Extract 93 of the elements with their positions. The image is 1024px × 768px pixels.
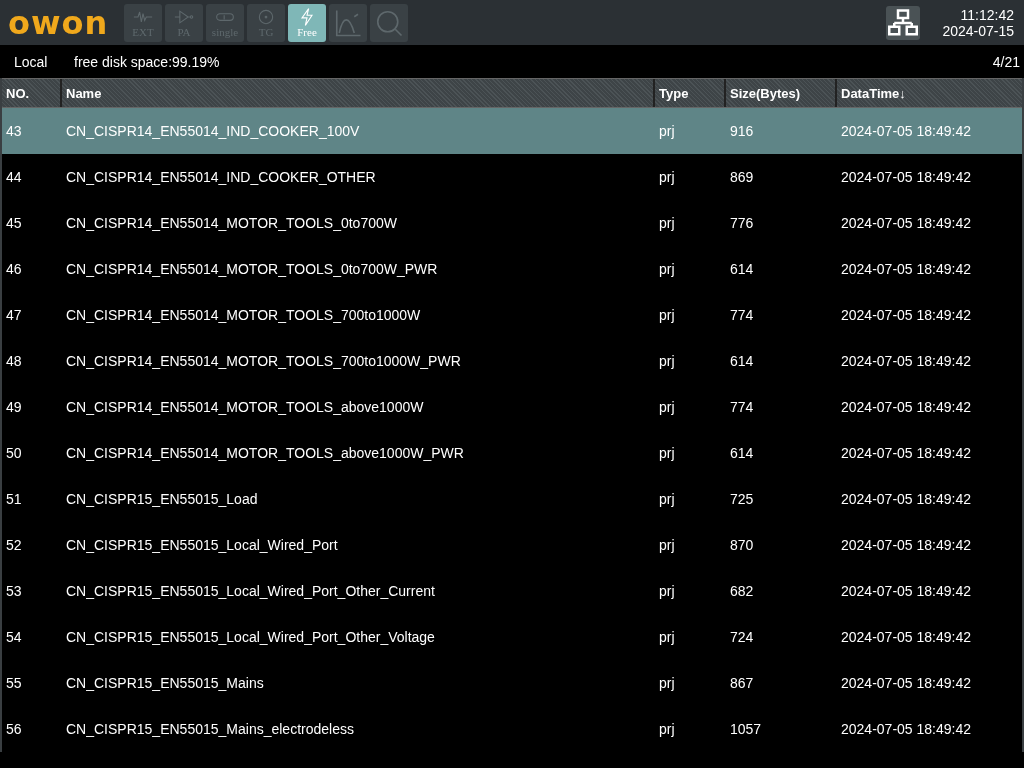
table-cell-text: prj bbox=[658, 674, 676, 693]
file-row[interactable]: 51 CN_CISPR15_EN55015_Load prj 725 2024-07-05 18:49:42 bbox=[2, 476, 1022, 522]
table-cell-text: CN_CISPR15_EN55015_Mains bbox=[65, 674, 265, 693]
file-row[interactable]: 45 CN_CISPR14_EN55014_MOTOR_TOOLS_0to700W prj 776 2024-07-05 18:49:42 bbox=[2, 200, 1022, 246]
table-cell-text: 47 bbox=[5, 306, 23, 325]
table-cell-text: 774 bbox=[729, 398, 755, 417]
table-cell-text: 2024-07-05 18:49:42 bbox=[840, 168, 972, 187]
table-cell-text: prj bbox=[658, 582, 676, 601]
file-row[interactable]: 55 CN_CISPR15_EN55015_Mains prj 867 2024-07-05 18:49:42 bbox=[2, 660, 1022, 706]
table-cell-text: 2024-07-05 18:49:42 bbox=[840, 398, 972, 417]
table-cell-text: 867 bbox=[729, 674, 755, 693]
table-cell-text: 2024-07-05 18:49:42 bbox=[840, 122, 972, 141]
table-cell-text: CN_CISPR15_EN55015_Local_Wired_Port_Other_Voltage bbox=[65, 628, 436, 647]
file-row[interactable]: 46 CN_CISPR14_EN55014_MOTOR_TOOLS_0to700W_PWR prj 614 2024-07-05 18:49:42 bbox=[2, 246, 1022, 292]
table-cell-text: 51 bbox=[5, 490, 23, 509]
file-row[interactable]: 56 CN_CISPR15_EN55015_Mains_electrodeless prj 1057 2024-07-05 18:49:42 bbox=[2, 706, 1022, 752]
table-cell-text: prj bbox=[658, 352, 676, 371]
table-cell-text: CN_CISPR14_EN55014_IND_COOKER_OTHER bbox=[65, 168, 377, 187]
table-cell-text: 2024-07-05 18:49:42 bbox=[840, 674, 972, 693]
table-cell-text: CN_CISPR15_EN55015_Mains_electrodeless bbox=[65, 720, 355, 739]
disk-space: free disk space:99.19% bbox=[74, 53, 220, 70]
table-cell-text: 54 bbox=[5, 628, 23, 647]
table-cell-text: 2024-07-05 18:49:42 bbox=[840, 720, 972, 739]
table-cell-text: prj bbox=[658, 444, 676, 463]
table-cell-text: CN_CISPR14_EN55014_MOTOR_TOOLS_above1000W_PWR bbox=[65, 444, 465, 463]
file-row[interactable]: 48 CN_CISPR14_EN55014_MOTOR_TOOLS_700to1000W_PWR prj 614 2024-07-05 18:49:42 bbox=[2, 338, 1022, 384]
clock-time: 11:12:42 bbox=[960, 6, 1014, 23]
file-row[interactable]: 53 CN_CISPR15_EN55015_Local_Wired_Port_Other_Current prj 682 2024-07-05 18:49:42 bbox=[2, 568, 1022, 614]
table-cell-text: 725 bbox=[729, 490, 755, 509]
table-cell-text: 776 bbox=[729, 214, 755, 233]
amplifier-icon bbox=[173, 7, 195, 27]
table-cell-text: 2024-07-05 18:49:42 bbox=[840, 352, 972, 371]
table-cell-text: 52 bbox=[5, 536, 23, 555]
storage-location: Local bbox=[14, 53, 49, 70]
table-cell-text: 614 bbox=[729, 444, 755, 463]
table-cell-text: 56 bbox=[5, 720, 23, 739]
table-cell-text: prj bbox=[658, 720, 676, 739]
file-row[interactable]: 47 CN_CISPR14_EN55014_MOTOR_TOOLS_700to1000W prj 774 2024-07-05 18:49:42 bbox=[2, 292, 1022, 338]
table-cell-text: prj bbox=[658, 306, 676, 325]
logo: owon bbox=[7, 2, 110, 43]
table-cell-text: 774 bbox=[729, 306, 755, 325]
table-cell-text: 2024-07-05 18:49:42 bbox=[840, 306, 972, 325]
file-row[interactable]: 43 CN_CISPR14_EN55014_IND_COOKER_100V prj 916 2024-07-05 18:49:42 bbox=[2, 108, 1022, 154]
file-row[interactable]: 44 CN_CISPR14_EN55014_IND_COOKER_OTHER prj 869 2024-07-05 18:49:42 bbox=[2, 154, 1022, 200]
table-cell-text: prj bbox=[658, 168, 676, 187]
table-cell-text: CN_CISPR14_EN55014_MOTOR_TOOLS_0to700W_PWR bbox=[65, 260, 439, 279]
table-cell-text: 45 bbox=[5, 214, 23, 233]
table-cell-text: 682 bbox=[729, 582, 755, 601]
table-cell-text: 46 bbox=[5, 260, 23, 279]
table-cell-text: prj bbox=[658, 398, 676, 417]
table-cell-text: 916 bbox=[729, 122, 755, 141]
file-row[interactable]: 49 CN_CISPR14_EN55014_MOTOR_TOOLS_above1000W prj 774 2024-07-05 18:49:42 bbox=[2, 384, 1022, 430]
clock-date: 2024-07-15 bbox=[942, 22, 1014, 39]
table-cell-text: prj bbox=[658, 490, 676, 509]
table-cell-text: 614 bbox=[729, 260, 755, 279]
file-row[interactable]: 52 CN_CISPR15_EN55015_Local_Wired_Port prj 870 2024-07-05 18:49:42 bbox=[2, 522, 1022, 568]
table-cell-text: 2024-07-05 18:49:42 bbox=[840, 628, 972, 647]
table-cell-text: prj bbox=[658, 536, 676, 555]
table-cell-text: 48 bbox=[5, 352, 23, 371]
table-cell-text: CN_CISPR14_EN55014_MOTOR_TOOLS_above1000W bbox=[65, 398, 425, 417]
table-cell-text: 2024-07-05 18:49:42 bbox=[840, 260, 972, 279]
table-cell-text: 2024-07-05 18:49:42 bbox=[840, 490, 972, 509]
file-row[interactable]: 54 CN_CISPR15_EN55015_Local_Wired_Port_Other_Voltage prj 724 2024-07-05 18:49:42 bbox=[2, 614, 1022, 660]
table-cell-text: 44 bbox=[5, 168, 23, 187]
table-cell-text: 53 bbox=[5, 582, 23, 601]
page-indicator: 4/21 bbox=[992, 53, 1020, 70]
table-cell-text: CN_CISPR14_EN55014_MOTOR_TOOLS_0to700W bbox=[65, 214, 398, 233]
table-cell-text: 614 bbox=[729, 352, 755, 371]
table-cell-text: 1057 bbox=[729, 720, 763, 739]
table-cell-text: prj bbox=[658, 214, 676, 233]
table-cell-text: CN_CISPR14_EN55014_MOTOR_TOOLS_700to1000W bbox=[65, 306, 422, 325]
table-cell-text: prj bbox=[658, 628, 676, 647]
table-cell-text: 43 bbox=[5, 122, 23, 141]
table-cell-text: CN_CISPR15_EN55015_Local_Wired_Port_Other_Current bbox=[65, 582, 436, 601]
table-cell-text: 869 bbox=[729, 168, 755, 187]
column-header[interactable]: DataTime↓ bbox=[837, 79, 1022, 107]
table-cell-text: 49 bbox=[5, 398, 23, 417]
table-cell-text: 2024-07-05 18:49:42 bbox=[840, 444, 972, 463]
table-cell-text: 55 bbox=[5, 674, 23, 693]
table-cell-text: prj bbox=[658, 260, 676, 279]
table-cell-text: 724 bbox=[729, 628, 755, 647]
table-cell-text: CN_CISPR15_EN55015_Load bbox=[65, 490, 259, 509]
table-cell-text: CN_CISPR14_EN55014_MOTOR_TOOLS_700to1000W_PWR bbox=[65, 352, 462, 371]
table-cell-text: CN_CISPR14_EN55014_IND_COOKER_100V bbox=[65, 122, 361, 141]
table-cell-text: 50 bbox=[5, 444, 23, 463]
table-cell-text: 2024-07-05 18:49:42 bbox=[840, 536, 972, 555]
table-cell-text: 2024-07-05 18:49:42 bbox=[840, 582, 972, 601]
table-cell-text: prj bbox=[658, 122, 676, 141]
network-icon[interactable] bbox=[886, 5, 921, 40]
file-row[interactable]: 50 CN_CISPR14_EN55014_MOTOR_TOOLS_above1000W_PWR prj 614 2024-07-05 18:49:42 bbox=[2, 430, 1022, 476]
table-cell-text: 870 bbox=[729, 536, 755, 555]
table-cell-text: CN_CISPR15_EN55015_Local_Wired_Port bbox=[65, 536, 339, 555]
table-cell-text: 2024-07-05 18:49:42 bbox=[840, 214, 972, 233]
